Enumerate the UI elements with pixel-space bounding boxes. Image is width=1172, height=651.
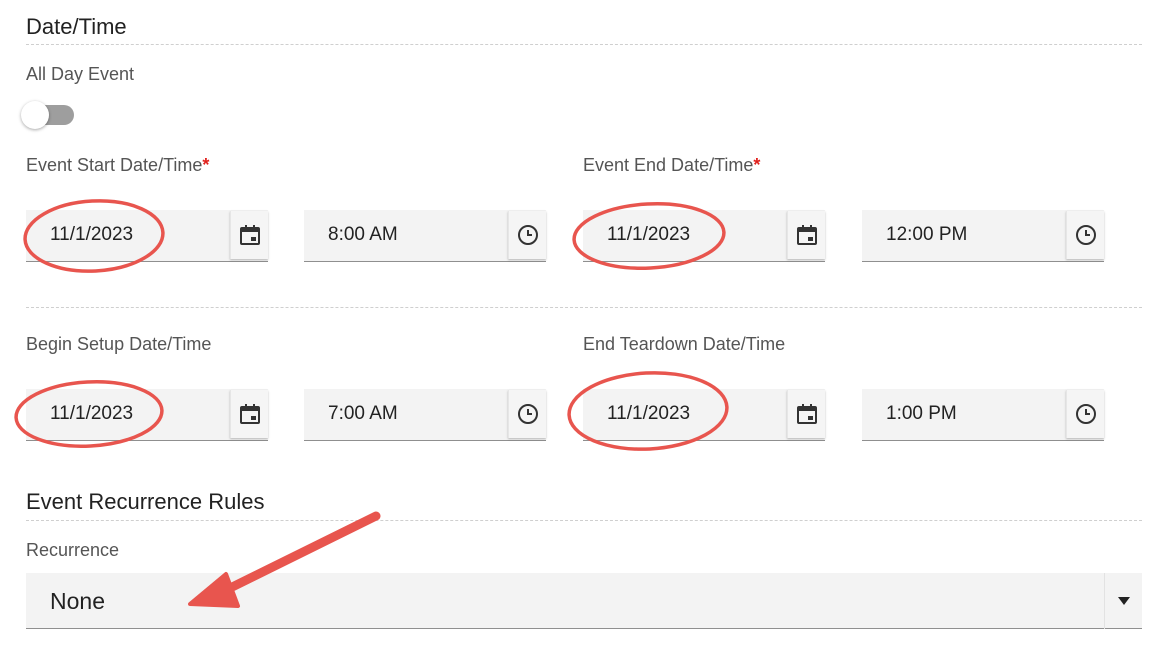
clock-icon xyxy=(517,224,539,246)
recurrence-section-title: Event Recurrence Rules xyxy=(26,489,265,514)
event-end-date-field[interactable]: 11/1/2023 xyxy=(583,210,825,262)
recurrence-dropdown-toggle[interactable] xyxy=(1104,573,1142,629)
teardown-time-value: 1:00 PM xyxy=(886,403,957,424)
teardown-date-picker-button[interactable] xyxy=(787,390,825,438)
all-day-label: All Day Event xyxy=(26,64,135,84)
section-divider xyxy=(26,307,1142,308)
teardown-date-value: 11/1/2023 xyxy=(607,403,691,424)
setup-time-value: 7:00 AM xyxy=(328,403,398,424)
event-end-label-text: Event End Date/Time xyxy=(583,155,754,175)
all-day-toggle[interactable] xyxy=(21,100,75,130)
recurrence-label: Recurrence xyxy=(26,540,120,560)
section-divider xyxy=(26,520,1142,521)
teardown-date-field[interactable]: 11/1/2023 xyxy=(583,389,825,441)
setup-date-value: 11/1/2023 xyxy=(50,403,134,424)
toggle-knob xyxy=(21,101,49,129)
datetime-section-title: Date/Time xyxy=(26,14,127,39)
event-datetime-form: Date/Time All Day Event Event Start Date… xyxy=(0,0,1172,651)
recurrence-selected-value: None xyxy=(50,588,105,614)
clock-icon xyxy=(1075,403,1097,425)
caret-down-icon xyxy=(1117,592,1130,610)
event-end-time-value: 12:00 PM xyxy=(886,224,968,245)
event-end-date-value: 11/1/2023 xyxy=(607,224,691,245)
event-start-date-field[interactable]: 11/1/2023 xyxy=(26,210,268,262)
clock-icon xyxy=(1075,224,1097,246)
event-start-time-field[interactable]: 8:00 AM xyxy=(304,210,546,262)
teardown-time-picker-button[interactable] xyxy=(1066,390,1104,438)
end-teardown-label: End Teardown Date/Time xyxy=(583,334,786,354)
calendar-icon xyxy=(239,224,261,246)
event-start-time-picker-button[interactable] xyxy=(508,211,546,259)
annotation-overlay xyxy=(14,199,729,608)
setup-date-picker-button[interactable] xyxy=(230,390,268,438)
event-start-date-value: 11/1/2023 xyxy=(50,224,134,245)
event-start-label: Event Start Date/Time* xyxy=(26,155,209,176)
begin-setup-label: Begin Setup Date/Time xyxy=(26,334,212,354)
event-start-time-value: 8:00 AM xyxy=(328,224,398,245)
event-start-label-text: Event Start Date/Time xyxy=(26,155,203,175)
calendar-icon xyxy=(796,403,818,425)
setup-time-field[interactable]: 7:00 AM xyxy=(304,389,546,441)
calendar-icon xyxy=(239,403,261,425)
required-mark: * xyxy=(202,155,210,175)
event-end-date-picker-button[interactable] xyxy=(787,211,825,259)
required-mark: * xyxy=(753,155,761,175)
event-start-date-picker-button[interactable] xyxy=(230,211,268,259)
setup-time-picker-button[interactable] xyxy=(508,390,546,438)
calendar-icon xyxy=(796,224,818,246)
setup-date-field[interactable]: 11/1/2023 xyxy=(26,389,268,441)
event-end-time-field[interactable]: 12:00 PM xyxy=(862,210,1104,262)
clock-icon xyxy=(517,403,539,425)
event-end-time-picker-button[interactable] xyxy=(1066,211,1104,259)
section-divider xyxy=(26,44,1142,45)
teardown-time-field[interactable]: 1:00 PM xyxy=(862,389,1104,441)
recurrence-select[interactable]: None xyxy=(26,573,1142,629)
event-end-label: Event End Date/Time* xyxy=(583,155,760,176)
